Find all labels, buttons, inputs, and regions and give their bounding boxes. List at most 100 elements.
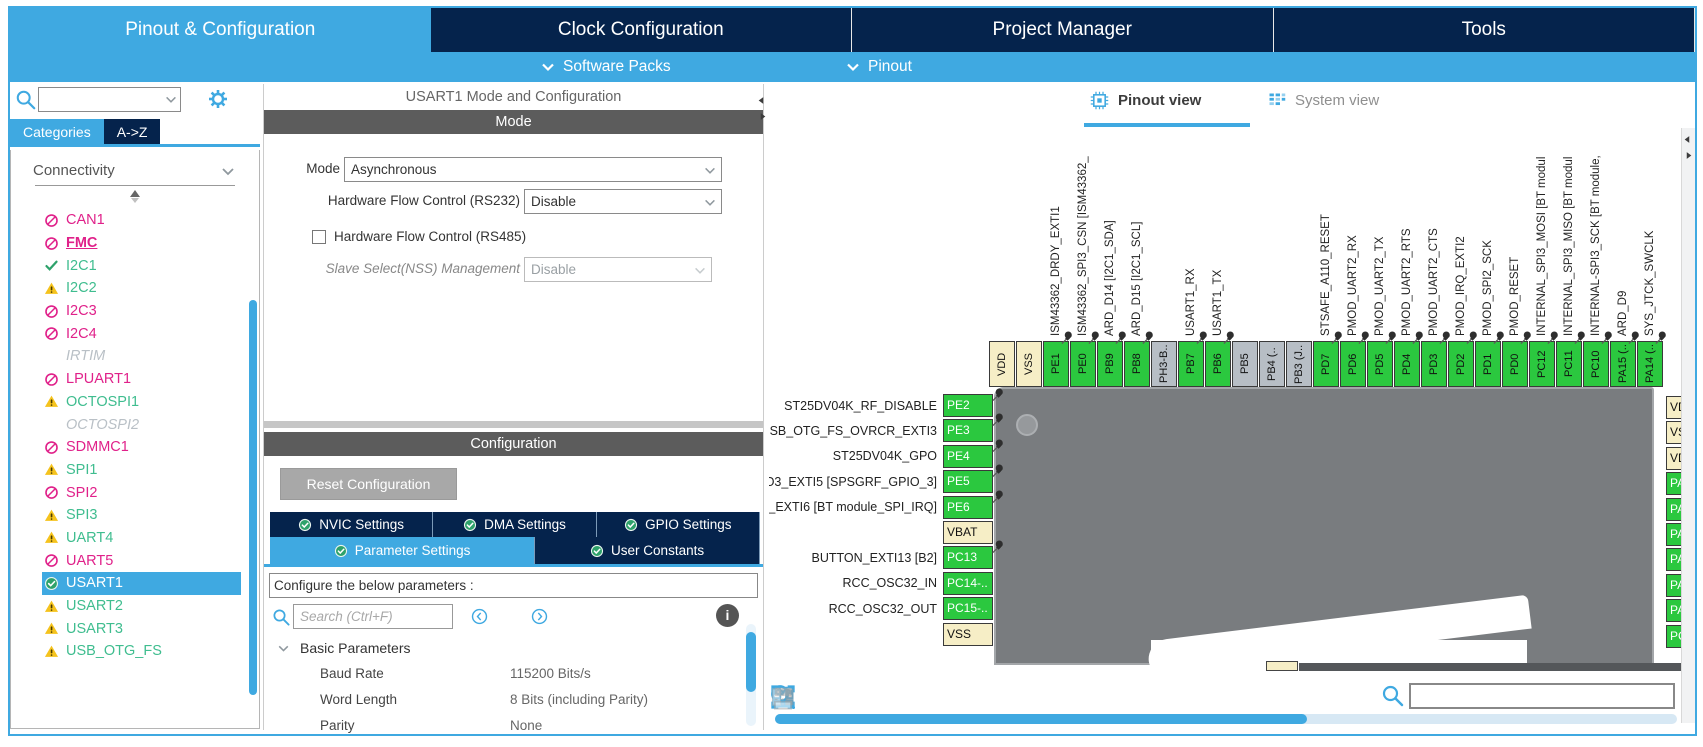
mcu-pin[interactable]: PE2	[943, 394, 993, 417]
mcu-pin[interactable]: PMOD_UART2_RX PD6	[1340, 341, 1366, 387]
pinout-canvas[interactable]: VDD VSS ISM43362_DRDY_EXTI1 PE1	[769, 128, 1681, 682]
vertical-scrollbar-track[interactable]	[1681, 128, 1695, 723]
horizontal-scrollbar-track[interactable]	[775, 714, 1677, 724]
mcu-pin[interactable]: STSAFE_A110_RESET PD7	[1313, 341, 1339, 387]
parameter-row[interactable]: Parity None	[264, 714, 743, 740]
sidebar-item-peripheral[interactable]: IRTIM	[42, 345, 259, 368]
sidebar-item-peripheral[interactable]: I2C4	[42, 322, 259, 345]
pinout-search-input[interactable]	[1409, 683, 1675, 709]
sidebar-item-peripheral[interactable]: SPI2	[42, 481, 259, 504]
mcu-pin[interactable]: PA	[1666, 548, 1681, 571]
previous-match-icon[interactable]	[470, 607, 489, 626]
mcu-pin[interactable]: ARD_D14 [I2C1_SDA] PB9	[1097, 341, 1123, 387]
parameter-row[interactable]: Baud Rate 115200 Bits/s	[264, 662, 743, 688]
mcu-pin[interactable]: PMOD_IRQ_EXTI2 PD2	[1448, 341, 1474, 387]
sidebar-item-peripheral[interactable]: USART1	[42, 572, 241, 595]
mcu-pin[interactable]: ISM43362_SPI3_CSN [ISM43362_ PE0	[1070, 341, 1096, 387]
panel-collapse-handle[interactable]	[757, 94, 767, 123]
settings-tab[interactable]: GPIO Settings	[597, 512, 760, 537]
mcu-pin[interactable]: VS	[1666, 421, 1681, 444]
tab-system-view[interactable]: System view	[1266, 90, 1379, 111]
sidebar-item-peripheral[interactable]: UART5	[42, 549, 259, 572]
mcu-pin[interactable]: PMOD_RESET PD0	[1502, 341, 1528, 387]
mcu-pin[interactable]: PC13	[943, 546, 993, 569]
mcu-pin[interactable]: PA	[1666, 472, 1681, 495]
category-connectivity[interactable]: Connectivity	[33, 162, 237, 179]
sidebar-item-peripheral[interactable]: OCTOSPI2	[42, 413, 259, 436]
mcu-pin[interactable]: INTERNAL_SPI3_MOSI [BT modul PC12	[1529, 341, 1555, 387]
mcu-pin[interactable]: PE4	[943, 445, 993, 468]
tab-a-to-z[interactable]: A->Z	[104, 119, 161, 144]
mcu-pin[interactable]: VDD	[989, 341, 1015, 387]
mcu-pin[interactable]: PE3	[943, 419, 993, 442]
sidebar-item-peripheral[interactable]: USART2	[42, 595, 259, 618]
sidebar-item-peripheral[interactable]: LPUART1	[42, 368, 259, 391]
mcu-pin[interactable]: PA	[1666, 498, 1681, 521]
main-nav-tab[interactable]: Clock Configuration	[431, 8, 853, 52]
mcu-pin[interactable]: PB5	[1232, 341, 1258, 387]
parameter-row[interactable]: Word Length 8 Bits (including Parity)	[264, 688, 743, 714]
sidebar-item-peripheral[interactable]: SPI1	[42, 459, 259, 482]
mcu-pin[interactable]: PMOD_UART2_RTS PD4	[1394, 341, 1420, 387]
parameter-scrollbar-track[interactable]	[746, 624, 756, 726]
sort-control[interactable]	[11, 190, 259, 203]
mcu-pin[interactable]: VD	[1666, 447, 1681, 470]
mcu-pin[interactable]: ISM43362_DRDY_EXTI1 PE1	[1043, 341, 1069, 387]
main-nav-tab[interactable]: Tools	[1274, 8, 1696, 52]
sidebar-item-peripheral[interactable]: OCTOSPI1	[42, 391, 259, 414]
mcu-pin[interactable]: VD	[1666, 396, 1681, 419]
mcu-pin[interactable]: VSS	[1016, 341, 1042, 387]
sidebar-item-peripheral[interactable]: USB_OTG_FS	[42, 640, 259, 663]
mcu-pin[interactable]: PMOD_UART2_CTS PD3	[1421, 341, 1447, 387]
parameter-scrollbar-thumb[interactable]	[746, 632, 756, 692]
mcu-pin[interactable]: USART1_TX PB6	[1205, 341, 1231, 387]
sidebar-item-peripheral[interactable]: I2C3	[42, 300, 259, 323]
search-input[interactable]	[41, 89, 159, 110]
gear-icon[interactable]	[206, 87, 230, 111]
collapse-left-icon[interactable]	[1683, 133, 1693, 146]
mcu-pin[interactable]: INTERNAL-SPI3_SCK [BT module, PC10	[1583, 341, 1609, 387]
mcu-pin[interactable]: PMOD_UART2_TX PD5	[1367, 341, 1393, 387]
panel-collapse-handle[interactable]	[1683, 133, 1693, 162]
software-packs-menu[interactable]: Software Packs	[540, 52, 671, 82]
mcu-pin[interactable]: PB4 (..	[1259, 341, 1285, 387]
sidebar-item-peripheral[interactable]: I2C1	[42, 254, 259, 277]
mcu-pin[interactable]: SYS_JTCK_SWCLK PA14 (..	[1637, 341, 1663, 387]
settings-tab[interactable]: DMA Settings	[433, 512, 596, 537]
settings-tab[interactable]: Parameter Settings	[270, 537, 535, 564]
list-view-icon[interactable]	[769, 683, 797, 711]
pinout-menu[interactable]: Pinout	[845, 52, 912, 82]
mode-select[interactable]: Asynchronous	[344, 157, 722, 182]
mcu-pin[interactable]: VSS	[943, 623, 993, 646]
mcu-pin[interactable]: PE6	[943, 496, 993, 519]
settings-tab[interactable]: User Constants	[535, 537, 760, 564]
tab-categories[interactable]: Categories	[10, 119, 104, 144]
mcu-pin[interactable]: PC15-..	[943, 597, 993, 620]
mcu-pin[interactable]: PE5	[943, 470, 993, 493]
mcu-pin[interactable]: PA	[1666, 574, 1681, 597]
mcu-pin[interactable]: PC	[1666, 625, 1681, 648]
mcu-pin[interactable]: PH3-B..	[1151, 341, 1177, 387]
sidebar-item-peripheral[interactable]: CAN1	[42, 209, 259, 232]
reset-configuration-button[interactable]: Reset Configuration	[280, 468, 457, 500]
search-combobox[interactable]	[38, 87, 181, 112]
mcu-pin[interactable]: VBAT	[943, 521, 993, 544]
mcu-pin[interactable]: ARD_D9 PA15 (..	[1610, 341, 1636, 387]
main-nav-tab[interactable]: Pinout & Configuration	[10, 8, 431, 52]
sidebar-item-peripheral[interactable]: USART3	[42, 617, 259, 640]
chevron-down-icon[interactable]	[164, 93, 178, 107]
mcu-pin[interactable]: PMOD_SPI2_SCK PD1	[1475, 341, 1501, 387]
mcu-pin[interactable]: PA	[1666, 523, 1681, 546]
mcu-pin[interactable]: INTERNAL_SPI3_MISO [BT modul PC11	[1556, 341, 1582, 387]
horizontal-scrollbar-thumb[interactable]	[775, 714, 1307, 724]
collapse-right-icon[interactable]	[757, 110, 767, 123]
sidebar-item-peripheral[interactable]: FMC	[42, 232, 259, 255]
sidebar-item-peripheral[interactable]: I2C2	[42, 277, 259, 300]
mcu-pin[interactable]: ARD_D15 [I2C1_SCL] PB8	[1124, 341, 1150, 387]
collapse-left-icon[interactable]	[757, 94, 767, 107]
collapse-right-icon[interactable]	[1683, 149, 1693, 162]
sidebar-scrollbar[interactable]	[249, 300, 257, 695]
sidebar-item-peripheral[interactable]: SDMMC1	[42, 436, 259, 459]
rs232-select[interactable]: Disable	[524, 189, 722, 214]
mcu-pin[interactable]: PC14-..	[943, 572, 993, 595]
